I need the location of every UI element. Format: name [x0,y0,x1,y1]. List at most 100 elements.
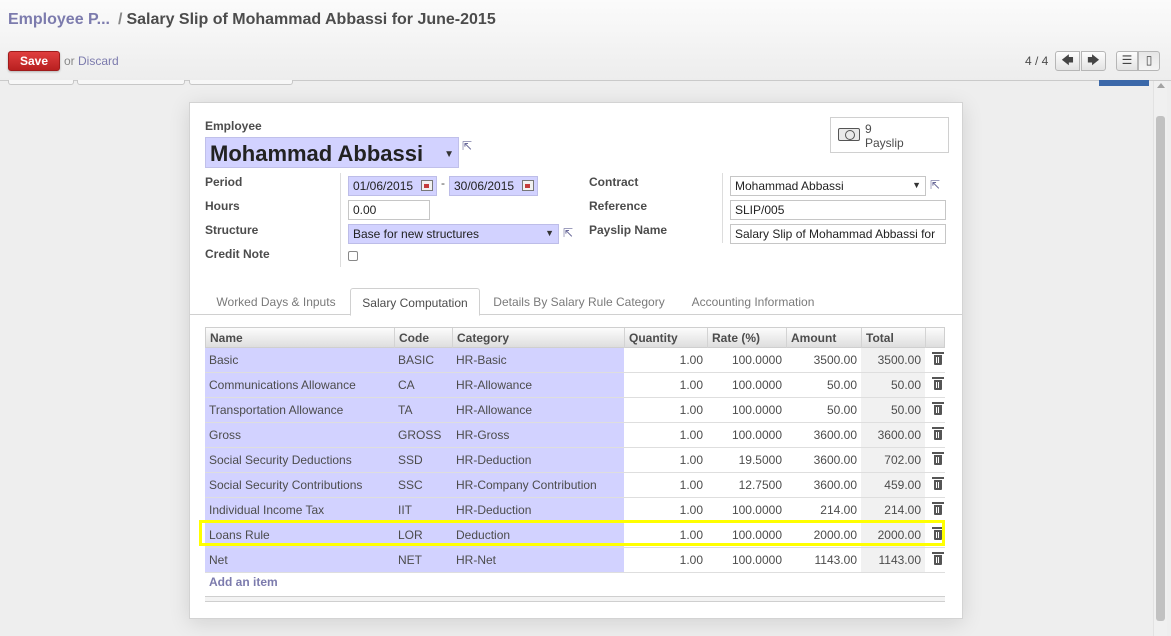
column-header[interactable]: Category [453,328,625,348]
form-icon: ▯ [1145,53,1153,67]
statusbar-button[interactable] [189,80,293,85]
discard-button[interactable]: Discard [78,54,119,68]
cell-rate: 12.7500 [738,478,782,492]
cell-total: 702.00 [861,448,925,472]
column-header[interactable]: Name [206,328,395,348]
trash-icon[interactable] [932,527,944,540]
external-link-icon[interactable]: ⇱ [930,179,944,191]
cell-total: 50.00 [861,398,925,422]
period-separator: - [441,176,445,190]
cell-total: 214.00 [861,498,925,522]
payslip-name-label: Payslip Name [589,223,668,237]
calendar-icon[interactable] [421,180,433,191]
reference-field[interactable]: SLIP/005 [730,200,946,220]
trash-icon[interactable] [932,377,944,390]
column-header[interactable]: Amount [787,328,862,348]
cell-total: 459.00 [861,473,925,497]
save-button[interactable]: Save [8,51,60,71]
calendar-icon[interactable] [522,180,534,191]
page-title: Salary Slip of Mohammad Abbassi for June… [126,11,496,28]
control-panel: Employee P... / Salary Slip of Mohammad Ab… [0,0,1171,81]
table-row[interactable]: Gross GROSS HR-Gross 1.00 100.0000 3600.… [205,423,945,448]
cell-rate: 19.5000 [738,453,782,467]
external-link-icon[interactable]: ⇱ [563,227,577,239]
breadcrumb-parent-link[interactable]: Employee P... [8,11,110,28]
caret-down-icon[interactable]: ▼ [444,149,454,160]
table-row[interactable]: Social Security Contributions SSC HR-Com… [205,473,945,498]
caret-down-icon[interactable]: ▼ [912,180,921,190]
column-header[interactable]: Quantity [625,328,708,348]
table-row[interactable]: Loans Rule LOR Deduction 1.00 100.0000 2… [205,523,945,548]
pager-next-button[interactable]: 🡆 [1081,51,1106,71]
trash-icon[interactable] [932,477,944,490]
cell-category: HR-Basic [452,348,624,372]
cell-quantity: 1.00 [679,553,703,567]
external-link-icon[interactable]: ⇱ [462,140,476,152]
trash-icon[interactable] [932,552,944,565]
pager-previous-button[interactable]: 🡄 [1055,51,1080,71]
column-header[interactable]: Rate (%) [708,328,787,348]
contract-field[interactable]: Mohammad Abbassi ▼ [730,176,926,196]
page-scrollbar[interactable] [1153,81,1167,636]
cell-amount: 3600.00 [813,453,857,467]
cell-amount: 1143.00 [814,553,858,567]
column-header[interactable]: Total [862,328,926,348]
contract-label: Contract [589,175,639,189]
structure-value: Base for new structures [353,227,480,241]
date-from-field[interactable]: 01/06/2015 [348,176,437,196]
employee-label: Employee [205,119,262,133]
form-view-button[interactable]: ▯ [1138,51,1160,71]
trash-icon[interactable] [932,452,944,465]
cell-name: Basic [205,348,394,372]
breadcrumb: Employee P... / Salary Slip of Mohammad Ab… [8,11,496,29]
status-stage-active [1099,80,1149,86]
cell-total: 3600.00 [861,423,925,447]
column-header[interactable]: Code [395,328,453,348]
cell-name: Net [205,548,394,572]
tab-details-by-category[interactable]: Details By Salary Rule Category [486,288,672,316]
cell-code: SSC [394,473,452,497]
caret-down-icon[interactable]: ▼ [545,228,554,238]
hours-field[interactable]: 0.00 [348,200,430,220]
structure-field[interactable]: Base for new structures ▼ [348,224,559,244]
date-to-field[interactable]: 30/06/2015 [449,176,538,196]
hours-label: Hours [205,199,240,213]
tab-worked-days[interactable]: Worked Days & Inputs [208,288,344,316]
table-row[interactable]: Basic BASIC HR-Basic 1.00 100.0000 3500.… [205,348,945,373]
table-row[interactable]: Social Security Deductions SSD HR-Deduct… [205,448,945,473]
payslip-smart-button[interactable]: 9 Payslip [830,117,949,153]
table-row[interactable]: Net NET HR-Net 1.00 100.0000 1143.00 114… [205,548,945,573]
cell-category: Deduction [452,523,624,547]
cell-code: LOR [394,523,452,547]
contract-value: Mohammad Abbassi [735,179,844,193]
or-discard: or Discard [64,54,119,68]
credit-note-checkbox[interactable] [348,251,358,261]
employee-field[interactable]: Mohammad Abbassi ▼ [205,137,459,168]
scrollbar-thumb[interactable] [1156,116,1165,621]
trash-icon[interactable] [932,352,944,365]
tab-accounting-information[interactable]: Accounting Information [680,288,826,316]
statusbar-button[interactable] [77,80,185,85]
table-row[interactable]: Communications Allowance CA HR-Allowance… [205,373,945,398]
payslip-name-field[interactable]: Salary Slip of Mohammad Abbassi for [730,224,946,244]
tab-salary-computation[interactable]: Salary Computation [350,288,480,316]
trash-icon[interactable] [932,427,944,440]
payslip-label: Payslip [865,136,904,150]
cell-code: GROSS [394,423,452,447]
cell-category: HR-Net [452,548,624,572]
trash-icon[interactable] [932,502,944,515]
or-text: or [64,54,75,68]
cell-amount: 3500.00 [813,353,857,367]
statusbar-button[interactable] [8,80,74,85]
table-row[interactable]: Transportation Allowance TA HR-Allowance… [205,398,945,423]
scroll-up-icon[interactable] [1157,83,1165,88]
cell-amount: 214.00 [820,503,857,517]
arrow-right-icon: 🡆 [1087,53,1100,67]
list-view-button[interactable]: ☰ [1116,51,1138,71]
table-row[interactable]: Individual Income Tax IIT HR-Deduction 1… [205,498,945,523]
cell-total: 3500.00 [861,348,925,372]
cell-amount: 50.00 [826,378,857,392]
add-an-item-link[interactable]: Add an item [209,575,278,589]
cell-category: HR-Deduction [452,498,624,522]
trash-icon[interactable] [932,402,944,415]
